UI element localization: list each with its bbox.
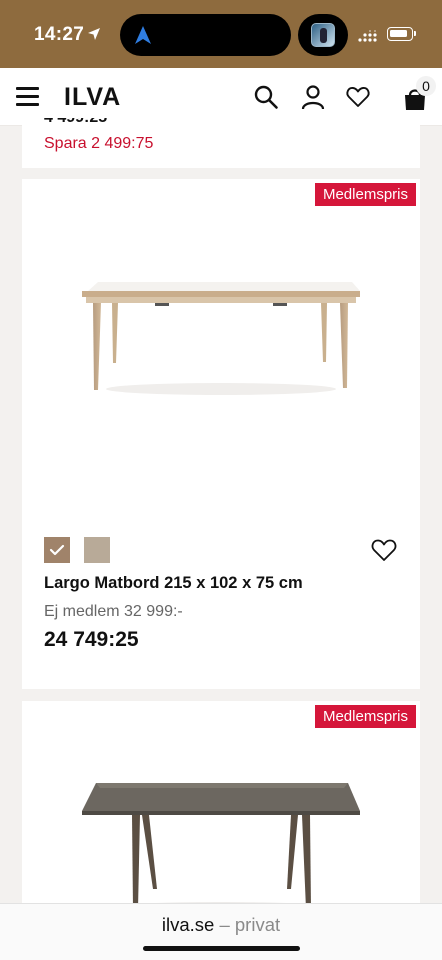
location-arrow-icon — [88, 28, 100, 40]
url-domain: ilva.se — [161, 914, 215, 935]
menu-icon[interactable] — [16, 87, 39, 106]
account-icon[interactable] — [300, 84, 326, 110]
member-price-badge: Medlemspris — [314, 183, 416, 206]
favorite-heart-icon[interactable] — [370, 537, 398, 563]
activity-thumbnail-icon — [311, 23, 335, 47]
dynamic-island[interactable] — [120, 14, 291, 56]
status-bar: 14:27 — [0, 0, 442, 68]
non-member-price: Ej medlem 32 999:- — [44, 603, 183, 620]
previous-price-clipped: 4 499:25 — [44, 118, 124, 126]
live-activity[interactable] — [298, 14, 348, 56]
product-image-table[interactable] — [78, 277, 364, 397]
product-card-previous[interactable]: 4 499:25 Spara 2 499:75 — [22, 118, 420, 168]
product-price: 24 749:25 — [44, 628, 139, 651]
battery-icon — [387, 27, 416, 41]
savings-text: Spara 2 499:75 — [44, 135, 154, 152]
member-price-badge: Medlemspris — [314, 705, 416, 728]
product-image-table[interactable] — [78, 779, 364, 911]
home-indicator[interactable] — [143, 946, 300, 951]
ilva-logo[interactable]: ILVA — [64, 83, 121, 112]
product-card-next[interactable]: Medlemspris — [22, 701, 420, 911]
status-time: 14:27 — [34, 24, 85, 45]
product-name[interactable]: Largo Matbord 215 x 102 x 75 cm — [44, 574, 303, 593]
url-subtitle: privat — [234, 914, 281, 935]
browser-url[interactable]: ilva.se – privat — [0, 914, 442, 936]
search-icon[interactable] — [253, 84, 279, 110]
wishlist-heart-icon[interactable] — [345, 84, 371, 110]
browser-address-bar[interactable]: ilva.se – privat — [0, 903, 442, 960]
checkmark-icon — [49, 544, 65, 556]
color-swatch-oak[interactable] — [44, 537, 70, 563]
cart-count-badge: 0 — [416, 76, 436, 96]
signal-icon — [358, 30, 377, 42]
color-swatch-white-oak[interactable] — [84, 537, 110, 563]
navigation-arrow-icon — [135, 26, 151, 44]
url-separator: – — [214, 914, 235, 935]
product-card[interactable]: Medlemspris Largo Matbord 215 x 102 x 75… — [22, 179, 420, 689]
